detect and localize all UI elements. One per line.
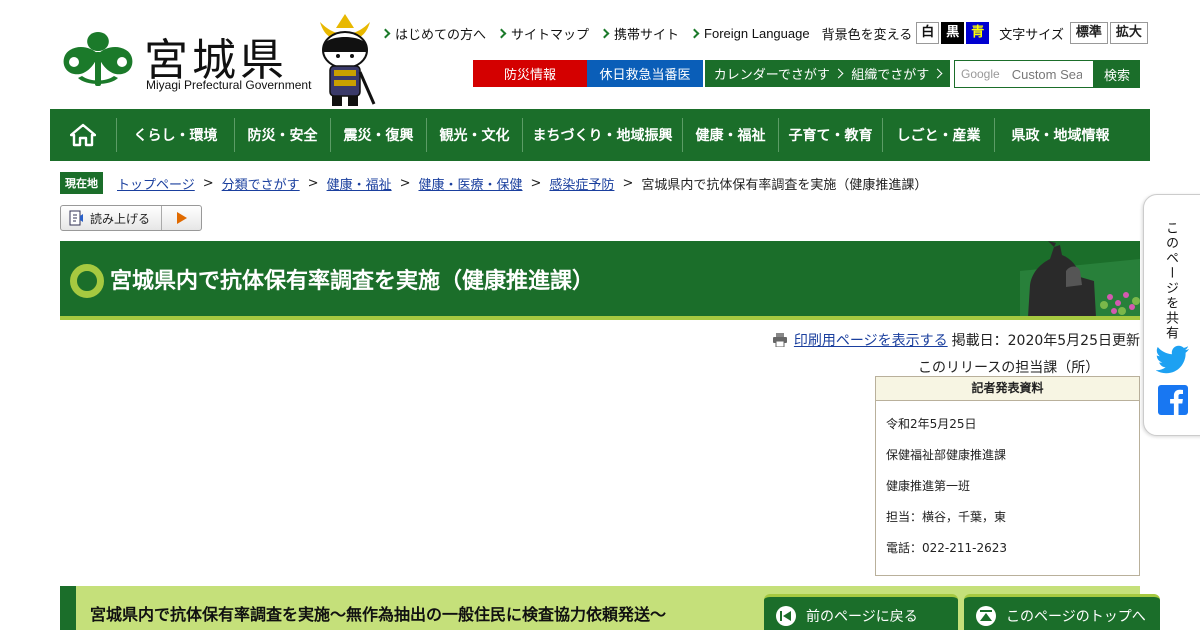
google-label: Google xyxy=(961,67,1000,81)
back-to-top-button[interactable]: このページのトップへ xyxy=(964,594,1160,630)
share-panel: このページを共有 xyxy=(1143,194,1200,436)
org-search-link[interactable]: 組織でさがす xyxy=(851,64,943,83)
chevron-right-icon xyxy=(599,28,610,38)
search-input[interactable]: Google Custom Search xyxy=(954,60,1094,88)
breadcrumb-health-medical[interactable]: 健康・医療・保健 xyxy=(419,174,523,193)
back-label: 前のページに戻る xyxy=(806,608,918,625)
read-aloud-label: 読み上げる xyxy=(90,211,151,226)
date-masamune-statue-icon xyxy=(1020,241,1140,316)
press-heading: 記者発表資料 xyxy=(876,377,1139,401)
press-contacts: 担当：横谷，千葉，東 xyxy=(886,510,1007,524)
subheading-text: 宮城県内で抗体保有率調査を実施～無作為抽出の一般住民に検査協力依頼発送～ xyxy=(90,605,667,624)
back-to-previous-button[interactable]: 前のページに戻る xyxy=(764,594,958,630)
top-label: このページのトップへ xyxy=(1006,608,1146,625)
page-title-bar: 宮城県内で抗体保有率調査を実施（健康推進課） xyxy=(60,241,1140,320)
miyagi-emblem-icon xyxy=(63,32,133,86)
nav-item-community[interactable]: まちづくり・地域振興 xyxy=(522,118,682,152)
press-date: 令和2年5月25日 xyxy=(886,417,977,431)
nav-home[interactable] xyxy=(50,118,116,152)
press-team: 健康推進第一班 xyxy=(886,479,971,493)
calendar-search-link[interactable]: カレンダーでさがす xyxy=(714,64,844,83)
search-placeholder: Custom Search xyxy=(1011,66,1082,82)
utility-links: はじめての方へ サイトマップ 携帯サイト Foreign Language 背景… xyxy=(380,22,1148,44)
site-search: Google Custom Search 検索 xyxy=(954,60,1140,88)
nav-item-childcare[interactable]: 子育て・教育 xyxy=(778,118,882,152)
font-large-button[interactable]: 拡大 xyxy=(1109,22,1148,44)
page-meta: 印刷用ページを表示する 掲載日：2020年5月25日更新 xyxy=(772,330,1140,350)
breadcrumb-sep: > xyxy=(530,175,542,191)
title-ring-icon xyxy=(70,264,104,298)
breadcrumb-current: 宮城県内で抗体保有率調査を実施（健康推進課） xyxy=(641,177,928,193)
breadcrumb-sep: > xyxy=(202,175,214,191)
back-icon xyxy=(776,605,796,626)
nav-item-work[interactable]: しごと・産業 xyxy=(882,118,994,152)
disaster-info-button[interactable]: 防災情報 xyxy=(473,60,587,87)
home-icon xyxy=(70,123,96,147)
nav-item-health[interactable]: 健康・福祉 xyxy=(682,118,778,152)
logo-subtitle: Miyagi Prefectural Government xyxy=(146,78,312,92)
bg-color-label: 背景色を変える xyxy=(821,27,913,43)
nav-item-tourism[interactable]: 観光・文化 xyxy=(426,118,522,152)
action-row: 防災情報 休日救急当番医 カレンダーでさがす 組織でさがす xyxy=(473,60,950,87)
chevron-right-icon xyxy=(833,68,844,79)
printer-icon xyxy=(772,333,787,347)
facebook-icon[interactable] xyxy=(1158,385,1188,415)
nav-item-government[interactable]: 県政・地域情報 xyxy=(994,118,1126,152)
nav-item-reconstruction[interactable]: 震災・復興 xyxy=(330,118,426,152)
read-aloud-button[interactable]: 読み上げる xyxy=(60,205,202,231)
chevron-right-icon xyxy=(932,68,943,79)
press-phone: 電話：022-211-2623 xyxy=(886,541,1008,555)
link-for-beginners[interactable]: はじめての方へ xyxy=(380,24,486,43)
press-release-box: 記者発表資料 令和2年5月25日 保健福祉部健康推進課 健康推進第一班 担当：横… xyxy=(875,376,1140,576)
font-normal-button[interactable]: 標準 xyxy=(1069,22,1108,44)
font-size-label: 文字サイズ xyxy=(999,27,1064,43)
breadcrumb-sep: > xyxy=(622,175,634,191)
link-sitemap[interactable]: サイトマップ xyxy=(496,24,589,43)
share-label: このページを共有 xyxy=(1163,221,1178,341)
page-title: 宮城県内で抗体保有率調査を実施（健康推進課） xyxy=(110,269,595,294)
bg-blue-button[interactable]: 青 xyxy=(966,22,990,44)
breadcrumb-health-welfare[interactable]: 健康・福祉 xyxy=(327,174,392,193)
nav-item-safety[interactable]: 防災・安全 xyxy=(234,118,330,152)
find-group: カレンダーでさがす 組織でさがす xyxy=(705,60,950,87)
link-foreign-language[interactable]: Foreign Language xyxy=(689,26,810,41)
link-mobile-site[interactable]: 携帯サイト xyxy=(599,24,679,43)
bg-white-button[interactable]: 白 xyxy=(916,22,940,44)
chevron-right-icon xyxy=(689,28,700,38)
breadcrumb-sep: > xyxy=(399,175,411,191)
bg-black-button[interactable]: 黒 xyxy=(941,22,965,44)
holiday-doctor-button[interactable]: 休日救急当番医 xyxy=(587,60,703,87)
breadcrumb-top[interactable]: トップページ xyxy=(117,174,195,193)
nav-item-living[interactable]: くらし・環境 xyxy=(116,118,234,152)
breadcrumb: 現在地 トップページ > 分類でさがす > 健康・福祉 > 健康・医療・保健 >… xyxy=(60,172,927,194)
search-button[interactable]: 検索 xyxy=(1094,60,1140,88)
play-icon xyxy=(161,206,201,230)
breadcrumb-sep: > xyxy=(307,175,319,191)
breadcrumb-infection[interactable]: 感染症予防 xyxy=(549,174,614,193)
breadcrumb-badge: 現在地 xyxy=(60,172,103,194)
mascot-musubimaru-icon xyxy=(320,14,376,106)
twitter-icon[interactable] xyxy=(1156,345,1190,375)
print-page-link[interactable]: 印刷用ページを表示する xyxy=(794,330,948,350)
chevron-right-icon xyxy=(496,28,507,38)
breadcrumb-category[interactable]: 分類でさがす xyxy=(222,174,300,193)
top-icon xyxy=(976,605,996,626)
site-logo[interactable]: 宮城県 Miyagi Prefectural Government xyxy=(58,22,328,102)
posted-date: 掲載日：2020年5月25日更新 xyxy=(951,333,1140,349)
global-nav: くらし・環境 防災・安全 震災・復興 観光・文化 まちづくり・地域振興 健康・福… xyxy=(50,109,1150,161)
owner-heading: このリリースの担当課（所） xyxy=(918,360,1100,376)
press-dept: 保健福祉部健康推進課 xyxy=(886,448,1007,462)
speaker-document-icon xyxy=(69,210,83,226)
chevron-right-icon xyxy=(380,28,391,38)
